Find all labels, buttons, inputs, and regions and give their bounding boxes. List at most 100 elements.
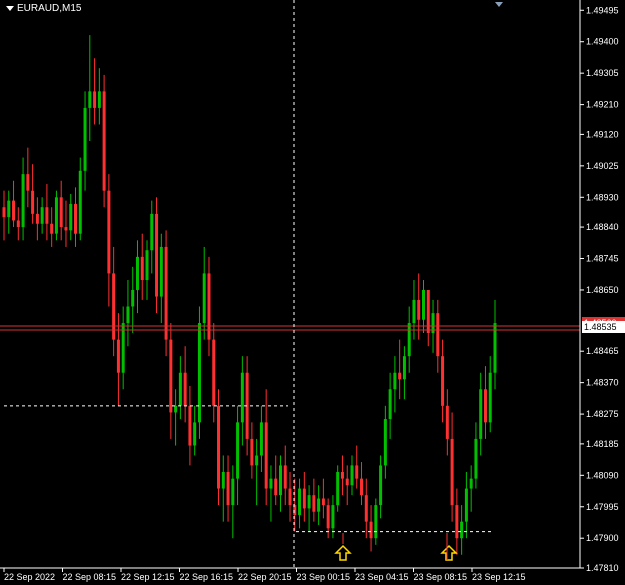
price-tick-label: 1.49495 [586,5,619,15]
candle-body [131,289,135,307]
candle-body [450,438,454,506]
price-tick-label: 1.48465 [586,346,619,356]
price-tick-label: 1.49305 [586,68,619,78]
candle-body [107,190,111,274]
candle-body [193,422,197,446]
time-tick-label: 22 Sep 12:15 [121,572,175,582]
candle-body [50,223,54,234]
candle-body [126,306,130,324]
time-tick-label: 22 Sep 16:15 [180,572,234,582]
price-tick-label: 1.49025 [586,161,619,171]
time-tick-label: 23 Sep 12:15 [472,572,526,582]
candle-body [226,472,230,506]
up-arrow-icon [334,544,352,561]
time-tick-label: 23 Sep 04:15 [355,572,409,582]
candle-body [388,389,392,420]
candle-body [35,213,39,224]
candle-body [202,273,206,324]
candle-body [259,422,263,456]
candle-body [307,495,311,509]
candle-body [64,227,68,231]
candle-body [74,203,78,234]
candle-body [474,438,478,479]
candle-body [45,207,49,224]
candle-body [212,339,216,406]
candle-body [379,465,383,506]
candle-body [78,170,82,234]
candle-body [264,422,268,489]
candle-body [250,438,254,466]
candle-body [421,289,425,320]
price-tick-label: 1.49400 [586,37,619,47]
candle-body [240,372,244,423]
candle-body [221,472,225,489]
price-tick-label: 1.49210 [586,100,619,110]
candle-body [374,505,378,539]
candle-body [150,213,154,251]
candle-body [479,389,483,439]
price-tick-label: 1.47900 [586,533,619,543]
candle-body [312,495,316,512]
dropdown-triangle-icon[interactable] [6,5,14,11]
candle-body [345,478,349,486]
time-tick-label: 22 Sep 08:15 [63,572,117,582]
candle-body [174,405,178,413]
candle-body [383,419,387,466]
candle-body [135,256,139,290]
candle-body [455,505,459,539]
candle-body [2,207,6,218]
candle-body [426,289,430,333]
candle-body [188,405,192,446]
candle-body [317,498,321,512]
symbol-label[interactable]: EURAUD,M15 [6,3,81,14]
candle-body [298,488,302,516]
candle-body [236,422,240,479]
price-tick-label: 1.48840 [586,222,619,232]
candle-body [445,405,449,439]
candle-body [278,465,282,496]
candle-body [54,197,58,234]
price-tick-label: 1.48275 [586,409,619,419]
scroll-marker-icon [495,2,503,7]
candle-body [321,498,325,506]
candle-body [40,207,44,224]
candle-body [350,465,354,486]
price-tick-label: 1.48650 [586,285,619,295]
candle-body [355,465,359,479]
price-tick-label: 1.48090 [586,470,619,480]
time-tick-label: 23 Sep 08:15 [414,572,468,582]
candle-body [331,505,335,529]
candle-body [88,91,92,108]
candle-body [274,478,278,496]
time-tick-label: 22 Sep 2022 [4,572,55,582]
candle-body [59,197,63,228]
candle-body [197,323,201,423]
candle-body [460,521,464,539]
candle-body [97,91,101,108]
candle-body [283,465,287,489]
candle-body [93,91,97,108]
candle-body [183,372,187,406]
up-arrow-shape [334,544,352,561]
candle-body [407,323,411,357]
candle-body [140,256,144,281]
candle-body [436,313,440,357]
candle-body [398,372,402,380]
candle-body [83,107,87,171]
candle-body [12,200,16,221]
candle-body [269,478,273,489]
candle-body [417,299,421,320]
symbol-text: EURAUD,M15 [17,3,82,14]
price-tick-label: 1.47810 [586,563,619,573]
price-tick-label: 1.47995 [586,502,619,512]
candle-body [16,220,20,228]
price-tick-label: 1.48745 [586,254,619,264]
candle-body [7,200,11,218]
candle-body [326,505,330,529]
time-tick-label: 22 Sep 20:15 [238,572,292,582]
price-tick-label: 1.48930 [586,192,619,202]
current-price-tag: 1.48535 [582,321,625,333]
price-tick-label: 1.48185 [586,439,619,449]
price-tick-label: 1.49120 [586,129,619,139]
chart-canvas[interactable]: 1.49495 1.49400 1.49305 1.49210 1.49120 1.490… [0,0,625,585]
